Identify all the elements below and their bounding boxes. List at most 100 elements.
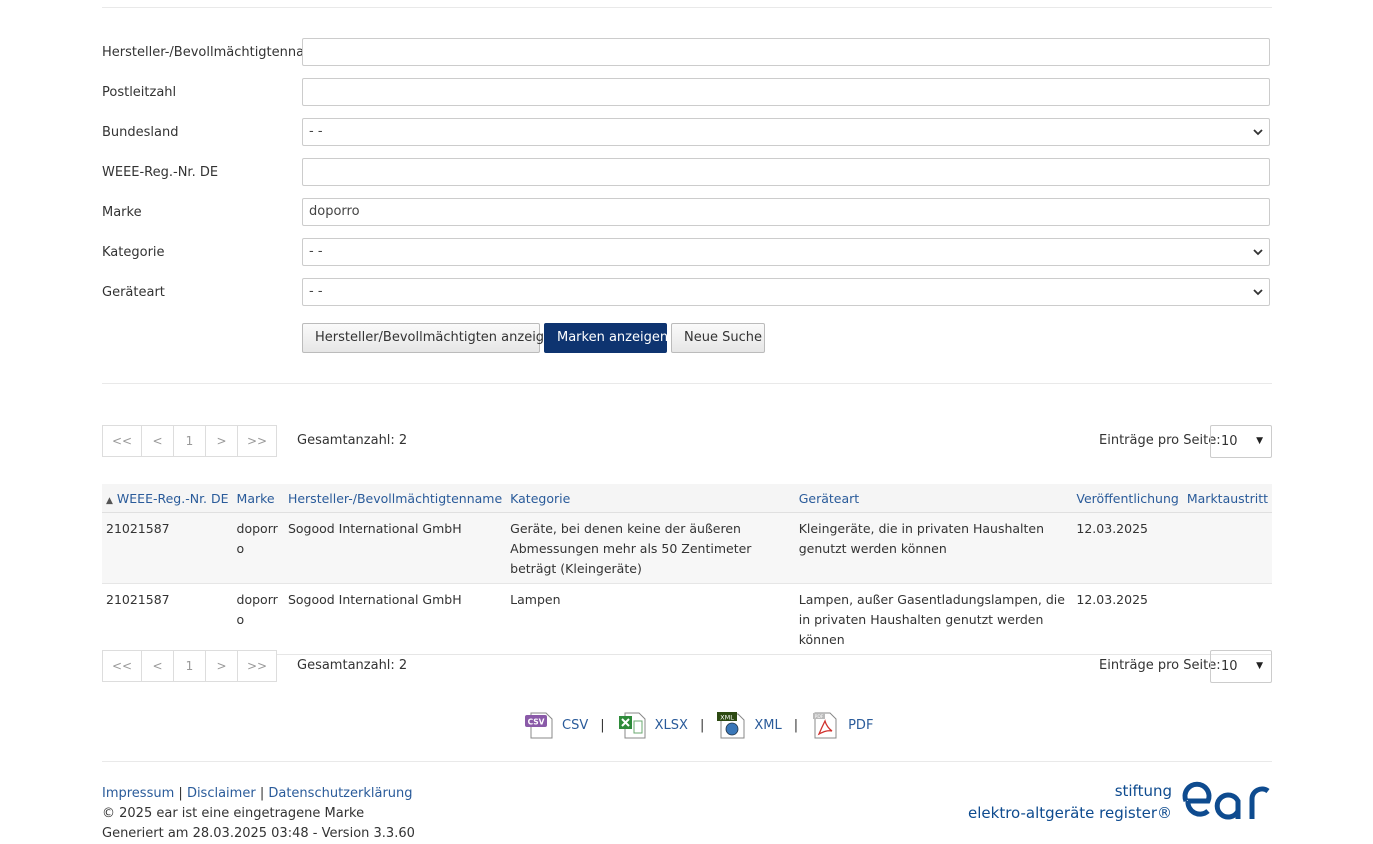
form-row-device-type: Geräteart - -	[102, 278, 1272, 308]
cell-published: 12.03.2025	[1072, 512, 1183, 584]
copyright-text: © 2025 ear ist eine eingetragene Marke	[102, 806, 365, 821]
first-page-button[interactable]: <<	[102, 650, 142, 682]
col-published[interactable]: Veröffentlichung	[1072, 484, 1183, 513]
table-row: 21021587 doporr o Sogood International G…	[102, 583, 1272, 655]
xlsx-export-link[interactable]: XLSX	[655, 718, 688, 733]
export-separator: |	[699, 717, 705, 733]
svg-text:CSV: CSV	[528, 718, 545, 727]
show-manufacturers-button[interactable]: Hersteller/Bevollmächtigten anzeigen	[302, 323, 560, 353]
col-category[interactable]: Kategorie	[506, 484, 795, 513]
form-divider	[102, 383, 1272, 384]
brand-logo[interactable]: stiftung elektro-altgeräte register®	[968, 780, 1272, 824]
cell-market-exit	[1182, 583, 1272, 655]
cell-market-exit	[1182, 512, 1272, 584]
footer-separator: |	[178, 786, 183, 801]
privacy-link[interactable]: Datenschutzerklärung	[268, 786, 412, 801]
form-row-state: Bundesland - -	[102, 118, 1272, 148]
ear-logo-icon	[1182, 781, 1270, 820]
top-divider	[102, 7, 1272, 8]
device-type-select-value: - -	[309, 284, 323, 299]
brand-input[interactable]: doporro	[302, 198, 1270, 226]
col-market-exit[interactable]: Marktaustritt	[1182, 484, 1272, 513]
dropdown-triangle-icon: ▼	[1256, 661, 1263, 671]
next-page-button[interactable]: >	[205, 425, 238, 457]
postcode-label: Postleitzahl	[102, 85, 177, 100]
disclaimer-link[interactable]: Disclaimer	[187, 786, 256, 801]
chevron-down-icon	[1253, 289, 1263, 296]
prev-page-button[interactable]: <	[141, 650, 174, 682]
table-header-row: ▲ WEEE-Reg.-Nr. DE Marke Hersteller-/Bevo…	[102, 484, 1272, 513]
page-1-button[interactable]: 1	[173, 425, 206, 457]
category-select[interactable]: - -	[302, 238, 1270, 266]
device-type-select[interactable]: - -	[302, 278, 1270, 306]
svg-text:PDF: PDF	[815, 714, 824, 720]
prev-page-button[interactable]: <	[141, 425, 174, 457]
total-count: Gesamtanzahl: 2	[297, 658, 408, 673]
state-select-value: - -	[309, 124, 323, 139]
sort-asc-icon: ▲	[106, 495, 113, 506]
total-count: Gesamtanzahl: 2	[297, 433, 408, 448]
col-device-type[interactable]: Geräteart	[794, 484, 1073, 513]
brand-label: Marke	[102, 205, 142, 220]
last-page-button[interactable]: >>	[237, 425, 277, 457]
entries-per-page-value: 10	[1221, 659, 1238, 674]
export-separator: |	[793, 717, 799, 733]
entries-per-page-select[interactable]: 10 ▼	[1210, 650, 1272, 683]
footer-separator: |	[259, 786, 265, 801]
pagination-top: << < 1 > >>	[102, 425, 277, 457]
weee-input[interactable]	[302, 158, 1270, 186]
pdf-file-icon: PDF	[813, 712, 837, 739]
cell-weee: 21021587	[102, 512, 233, 584]
manufacturer-input[interactable]	[302, 38, 1270, 66]
weee-label: WEEE-Reg.-Nr. DE	[102, 165, 219, 180]
cell-brand: doporr o	[232, 512, 284, 584]
entries-per-page-label: Einträge pro Seite:	[1099, 658, 1221, 673]
manufacturer-label: Hersteller-/Bevollmächtigtenname	[102, 45, 325, 60]
col-weee-label: WEEE-Reg.-Nr. DE	[116, 490, 229, 506]
footer-links-row: Impressum | Disclaimer | Datenschutzerkl…	[102, 784, 415, 804]
impressum-link[interactable]: Impressum	[102, 786, 174, 801]
xml-file-icon: XML	[717, 712, 745, 739]
chevron-down-icon	[1253, 249, 1263, 256]
csv-export-link[interactable]: CSV	[562, 718, 588, 733]
cell-weee: 21021587	[102, 583, 233, 655]
cell-device-type: Lampen, außer Gasentladungslampen, die i…	[794, 583, 1073, 655]
export-links: CSV CSV | XLSX | XML XML | PDF PDF	[524, 710, 873, 740]
col-manufacturer[interactable]: Hersteller-/Bevollmächtigtenname	[283, 484, 507, 513]
xml-export-link[interactable]: XML	[754, 718, 781, 733]
csv-file-icon: CSV	[525, 712, 553, 739]
col-weee[interactable]: ▲ WEEE-Reg.-Nr. DE	[102, 484, 233, 513]
entries-per-page-select[interactable]: 10 ▼	[1210, 425, 1272, 458]
state-label: Bundesland	[102, 125, 179, 140]
page-1-button[interactable]: 1	[173, 650, 206, 682]
form-row-brand: Marke doporro	[102, 198, 1272, 228]
brand-line-2: elektro-altgeräte register®	[968, 804, 1172, 822]
postcode-input[interactable]	[302, 78, 1270, 106]
pdf-export-link[interactable]: PDF	[848, 718, 873, 733]
svg-text:XML: XML	[720, 714, 734, 722]
form-row-manufacturer: Hersteller-/Bevollmächtigtenname	[102, 38, 1272, 68]
form-row-weee: WEEE-Reg.-Nr. DE	[102, 158, 1272, 188]
table-row: 21021587 doporr o Sogood International G…	[102, 512, 1272, 584]
pagination-bottom: << < 1 > >>	[102, 650, 277, 682]
category-select-value: - -	[309, 244, 323, 259]
last-page-button[interactable]: >>	[237, 650, 277, 682]
xlsx-file-icon	[618, 712, 646, 739]
show-brands-button[interactable]: Marken anzeigen	[544, 323, 668, 353]
cell-published: 12.03.2025	[1072, 583, 1183, 655]
chevron-down-icon	[1253, 129, 1263, 136]
cell-manufacturer: Sogood International GmbH	[283, 512, 507, 584]
cell-device-type: Kleingeräte, die in privaten Haushalten …	[794, 512, 1073, 584]
footer-divider	[102, 761, 1272, 762]
first-page-button[interactable]: <<	[102, 425, 142, 457]
state-select[interactable]: - -	[302, 118, 1270, 146]
new-search-button[interactable]: Neue Suche	[671, 323, 765, 353]
footer: Impressum | Disclaimer | Datenschutzerkl…	[102, 784, 415, 844]
form-buttons: Hersteller/Bevollmächtigten anzeigen Mar…	[102, 323, 1272, 353]
results-table: ▲ WEEE-Reg.-Nr. DE Marke Hersteller-/Bevo…	[102, 484, 1272, 655]
col-brand[interactable]: Marke	[232, 484, 284, 513]
export-separator: |	[600, 717, 605, 733]
cell-manufacturer: Sogood International GmbH	[283, 583, 507, 655]
dropdown-triangle-icon: ▼	[1256, 436, 1263, 446]
next-page-button[interactable]: >	[205, 650, 238, 682]
